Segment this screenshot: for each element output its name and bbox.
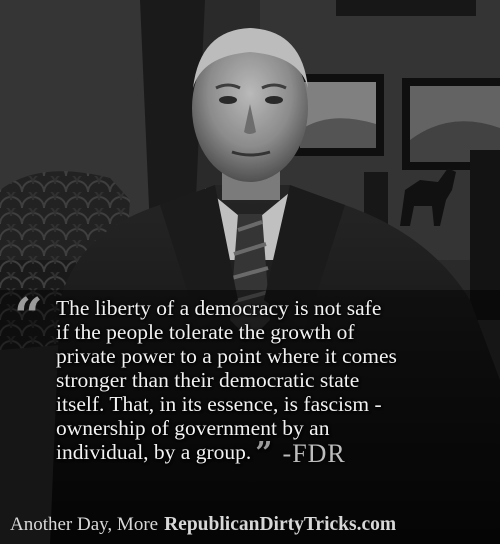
quote-text: The liberty of a democracy is not safe i…	[56, 296, 494, 469]
quote-line: itself. That, in its essence, is fascism…	[56, 392, 382, 416]
footer-site-name: RepublicanDirtyTricks.com	[164, 514, 397, 535]
footer-tagline: Another Day, More	[10, 514, 159, 535]
quote-last-line: individual, by a group.” -FDR	[56, 439, 494, 469]
open-quote-icon: “	[14, 286, 43, 345]
quote-line: private power to a point where it comes	[56, 344, 397, 368]
quote-poster: “ The liberty of a democracy is not safe…	[0, 0, 500, 544]
quote-line: The liberty of a democracy is not safe	[56, 296, 382, 320]
quote-line: stronger than their democratic state	[56, 368, 360, 392]
quote-attribution: -FDR	[282, 439, 346, 468]
close-quote-icon: ”	[255, 436, 273, 471]
quote-line: individual, by a group.	[56, 440, 252, 464]
quote-line: ownership of government by an	[56, 416, 330, 440]
quote-block: “ The liberty of a democracy is not safe…	[14, 286, 494, 469]
footer-banner: Another Day, More RepublicanDirtyTricks.c…	[10, 511, 494, 539]
quote-line: if the people tolerate the growth of	[56, 320, 355, 344]
